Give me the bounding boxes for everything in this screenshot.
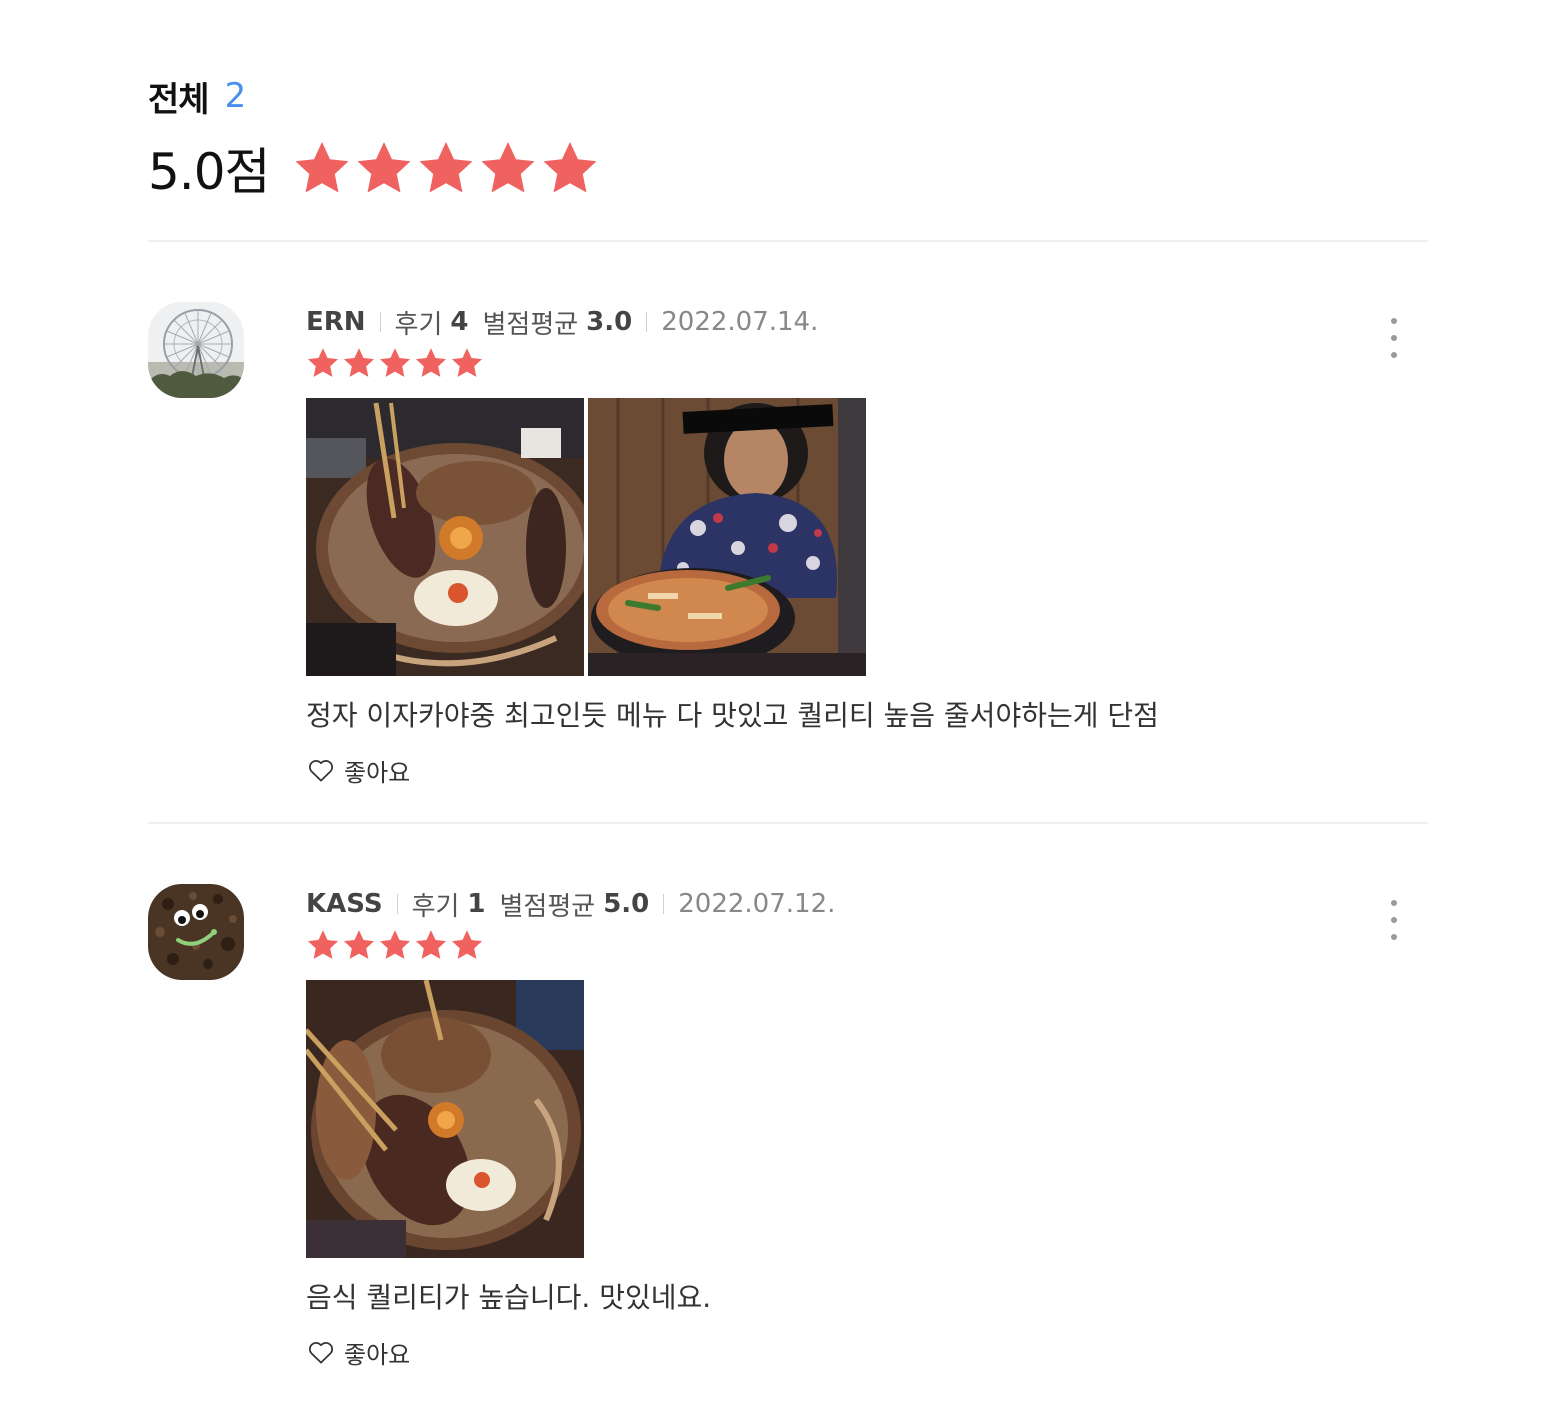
star-icon — [379, 348, 411, 377]
average-rating-value: 5.0 — [603, 889, 650, 919]
star-icon — [451, 348, 483, 377]
like-label: 좋아요 — [344, 758, 411, 787]
user-avatar[interactable] — [148, 302, 244, 398]
review-meta: KASS 후기 1 별점평균 5.0 2022.07.12. — [306, 884, 835, 924]
grilled-skewers-platter-photo-icon — [306, 398, 584, 676]
review-count: 1 — [467, 889, 486, 919]
user-avatar[interactable] — [148, 884, 244, 980]
average-score-text: 5.0점 — [148, 143, 271, 201]
star-icon — [295, 142, 349, 193]
review-count-label: 후기 — [394, 309, 443, 340]
grilled-skewers-platter-photo-icon — [306, 980, 584, 1258]
star-icon — [481, 142, 535, 193]
more-options-button[interactable] — [1386, 318, 1402, 358]
author-name[interactable]: ERN — [306, 307, 366, 337]
kebab-dot-icon — [1391, 335, 1397, 341]
review-count-label: 후기 — [411, 891, 460, 922]
review-photos — [306, 980, 588, 1258]
star-icon — [343, 348, 375, 377]
review-item: KASS 후기 1 별점평균 5.0 2022.07.12. 음식 퀄리티가 높… — [148, 884, 1428, 1424]
average-rating-label: 별점평균 — [482, 309, 579, 340]
average-rating-label: 별점평균 — [499, 891, 596, 922]
review-summary-header: 전체 2 — [148, 72, 246, 120]
review-date: 2022.07.12. — [678, 889, 836, 919]
review-date: 2022.07.14. — [661, 307, 819, 337]
heart-outline-icon — [308, 760, 334, 782]
kebab-dot-icon — [1391, 352, 1397, 358]
review-meta: ERN 후기 4 별점평균 3.0 2022.07.14. — [306, 302, 818, 342]
heart-outline-icon — [308, 1342, 334, 1364]
star-icon — [451, 930, 483, 959]
review-text: 정자 이자카야중 최고인듯 메뉴 다 맛있고 퀄리티 높음 줄서야하는게 단점 — [306, 699, 1159, 732]
like-label: 좋아요 — [344, 1340, 411, 1369]
average-star-rating — [292, 138, 602, 198]
author-name[interactable]: KASS — [306, 889, 383, 919]
star-icon — [415, 930, 447, 959]
star-icon — [419, 142, 473, 193]
review-item: ERN 후기 4 별점평균 3.0 2022.07.14. 정자 이자카야중 최… — [148, 302, 1428, 842]
like-button[interactable]: 좋아요 — [306, 750, 410, 790]
kebab-dot-icon — [1391, 934, 1397, 940]
divider — [148, 822, 1428, 824]
total-count: 2 — [224, 76, 247, 116]
review-photo[interactable] — [588, 398, 866, 676]
meta-separator — [663, 894, 665, 914]
star-icon — [307, 348, 339, 377]
review-photos — [306, 398, 870, 676]
review-star-rating — [306, 928, 486, 962]
star-icon — [379, 930, 411, 959]
review-count: 4 — [450, 307, 469, 337]
average-rating-value: 3.0 — [586, 307, 633, 337]
review-text: 음식 퀄리티가 높습니다. 맛있네요. — [306, 1281, 712, 1314]
divider — [148, 240, 1428, 242]
kebab-dot-icon — [1391, 318, 1397, 324]
total-label: 전체 — [148, 79, 210, 120]
kebab-dot-icon — [1391, 900, 1397, 906]
more-options-button[interactable] — [1386, 900, 1402, 940]
like-button[interactable]: 좋아요 — [306, 1332, 410, 1372]
person-with-hotpot-photo-icon — [588, 398, 866, 676]
average-score: 5.0점 — [148, 134, 602, 202]
meta-separator — [379, 312, 381, 332]
star-icon — [343, 930, 375, 959]
review-photo[interactable] — [306, 398, 584, 676]
star-icon — [357, 142, 411, 193]
ferris-wheel-photo-icon — [148, 302, 244, 398]
meta-separator — [646, 312, 648, 332]
kebab-dot-icon — [1391, 917, 1397, 923]
meta-separator — [396, 894, 398, 914]
review-photo[interactable] — [306, 980, 584, 1258]
star-icon — [415, 348, 447, 377]
review-star-rating — [306, 346, 486, 380]
star-icon — [307, 930, 339, 959]
star-icon — [543, 142, 597, 193]
cookie-face-photo-icon — [148, 884, 244, 980]
